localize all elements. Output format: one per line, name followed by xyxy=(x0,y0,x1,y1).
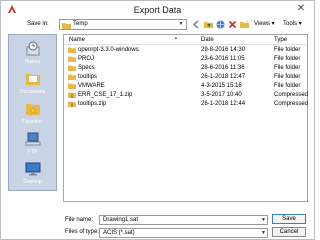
file-type: File folder xyxy=(274,47,301,53)
folder-icon xyxy=(68,65,76,71)
file-list[interactable]: Name ▲ Date Type openrpt-3.3.0-windows 2… xyxy=(63,34,308,202)
place-label: Desktop xyxy=(23,179,42,185)
file-type-value: ACIS (*.sat) xyxy=(103,230,135,236)
file-name: Specs xyxy=(78,65,95,71)
history-icon xyxy=(26,41,39,56)
chevron-down-icon[interactable]: ▼ xyxy=(261,229,266,237)
zip-folder-icon xyxy=(68,92,76,98)
file-date: 29-8-2016 14:30 xyxy=(201,47,246,53)
ftp-icon xyxy=(25,132,40,146)
folder-icon xyxy=(68,56,76,62)
places-bar: History Documents Favorites FTP Desktop xyxy=(8,34,57,191)
file-name: tooltips.zip xyxy=(78,101,107,107)
file-type-select[interactable]: ACIS (*.sat) ▼ xyxy=(99,228,268,238)
file-date: 26-1-2018 12:44 xyxy=(201,101,246,107)
file-type-label: Files of type: xyxy=(65,229,100,235)
folder-icon xyxy=(68,47,76,53)
file-date: 28-6-2016 11:36 xyxy=(201,65,245,71)
file-name: openrpt-3.3.0-windows xyxy=(78,47,139,53)
file-name: PROJ xyxy=(78,56,95,62)
folder-icon xyxy=(68,74,76,80)
file-row[interactable]: VMWARE 4-3-2015 15:16 File folder xyxy=(64,82,307,90)
file-date: 23-6-2016 11:05 xyxy=(201,56,245,62)
delete-icon[interactable] xyxy=(227,19,238,30)
tools-label: Tools xyxy=(283,21,298,27)
file-row[interactable]: Specs 28-6-2016 11:36 File folder xyxy=(64,64,307,72)
resize-grip-icon[interactable]: ⋰ xyxy=(305,231,311,237)
file-type: File folder xyxy=(274,65,301,71)
file-type: Compressed xyxy=(274,92,309,98)
desktop-icon xyxy=(25,162,40,176)
cancel-button[interactable]: Cancel xyxy=(272,227,306,237)
search-web-icon[interactable] xyxy=(215,19,226,30)
file-row[interactable]: ERR_CSE_17_1.zip 3-5-2017 10:40 Compress… xyxy=(64,91,309,99)
file-name: ERR_CSE_17_1.zip xyxy=(78,92,133,98)
dialog-title: Export Data xyxy=(133,5,182,15)
place-label: History xyxy=(24,59,41,65)
documents-icon xyxy=(25,74,40,85)
chevron-down-icon: ▾ xyxy=(298,21,302,27)
save-in-label: Save in: xyxy=(27,21,49,27)
file-type: File folder xyxy=(274,74,301,80)
file-date: 26-1-2018 12:47 xyxy=(201,74,246,80)
file-name-value: Drawing1.sat xyxy=(103,217,139,223)
new-folder-icon[interactable] xyxy=(239,19,250,30)
save-button[interactable]: Save xyxy=(272,214,306,224)
place-documents[interactable]: Documents xyxy=(9,71,56,95)
folder-icon xyxy=(62,23,71,29)
file-name-input[interactable]: Drawing1.sat ▼ xyxy=(99,215,268,225)
place-label: FTP xyxy=(27,149,38,155)
zip-folder-icon xyxy=(68,101,76,107)
chevron-down-icon[interactable]: ▼ xyxy=(261,216,266,224)
chevron-down-icon: ▾ xyxy=(271,21,275,27)
place-desktop[interactable]: Desktop xyxy=(9,161,56,185)
place-label: Documents xyxy=(19,89,46,95)
file-name: tooltips xyxy=(78,74,98,80)
place-favorites[interactable]: Favorites xyxy=(9,101,56,125)
file-name: VMWARE xyxy=(78,83,105,89)
file-type: Compressed xyxy=(274,101,309,107)
views-label: Views xyxy=(254,21,270,27)
file-type: File folder xyxy=(274,83,301,89)
export-data-dialog: Export Data ✕ Save in: Temp ▼ Views ▾ To… xyxy=(0,0,315,240)
file-row[interactable]: tooltips 26-1-2018 12:47 File folder xyxy=(64,73,307,81)
tools-menu[interactable]: Tools ▾ xyxy=(283,20,302,27)
sort-ascending-icon: ▲ xyxy=(174,35,178,40)
file-row[interactable]: PROJ 23-6-2016 11:05 File folder xyxy=(64,55,307,63)
file-type: File folder xyxy=(274,56,301,62)
place-history[interactable]: History xyxy=(9,41,56,65)
place-label: Favorites xyxy=(22,119,43,125)
file-date: 4-3-2015 15:16 xyxy=(201,83,242,89)
title-bar: Export Data ✕ xyxy=(1,1,314,18)
header-divider xyxy=(64,44,307,45)
file-row[interactable]: tooltips.zip 26-1-2018 12:44 Compressed xyxy=(64,100,309,108)
folder-icon xyxy=(68,83,76,89)
place-ftp[interactable]: FTP xyxy=(9,131,56,155)
save-in-value: Temp xyxy=(73,21,88,27)
views-menu[interactable]: Views ▾ xyxy=(254,20,275,27)
close-button[interactable]: ✕ xyxy=(294,3,308,15)
chevron-down-icon: ▼ xyxy=(178,21,184,27)
back-arrow-icon[interactable] xyxy=(191,19,202,30)
save-in-dropdown[interactable]: Temp ▼ xyxy=(59,19,187,30)
toolbar: Save in: Temp ▼ Views ▾ Tools ▾ xyxy=(1,18,314,32)
favorites-icon xyxy=(25,104,40,115)
up-folder-icon[interactable] xyxy=(203,19,214,30)
file-name-label: File name: xyxy=(65,217,94,223)
file-date: 3-5-2017 10:40 xyxy=(201,92,242,98)
file-row[interactable]: openrpt-3.3.0-windows 29-8-2016 14:30 Fi… xyxy=(64,46,307,54)
